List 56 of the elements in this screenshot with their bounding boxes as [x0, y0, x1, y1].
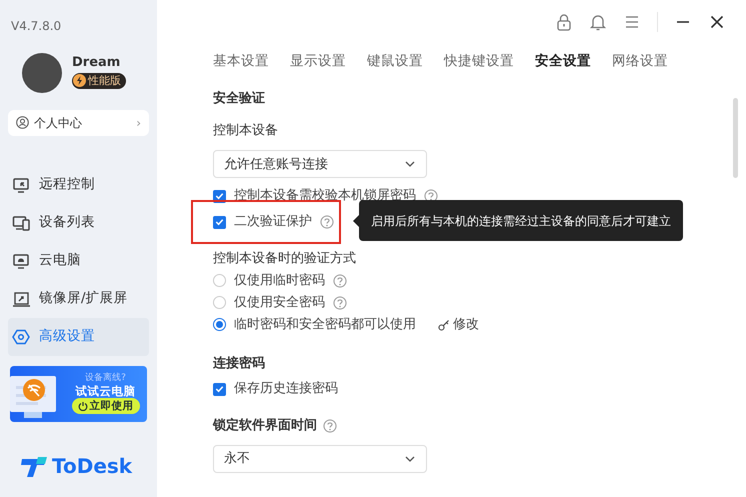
tooltip: 启用后所有与本机的连接需经过主设备的同意后才可建立: [359, 200, 683, 242]
nav-item[interactable]: 远程控制: [8, 166, 149, 204]
tab[interactable]: 基本设置: [213, 51, 269, 72]
section-title: 锁定软件界面时间: [213, 416, 317, 436]
section-title: 连接密码: [213, 354, 265, 373]
version-label: V4.7.8.0: [11, 18, 62, 35]
radio-label[interactable]: 仅使用临时密码: [234, 272, 325, 290]
promo-banner[interactable]: 设备离线? 试试云电脑 立即使用: [10, 366, 147, 422]
radio-button[interactable]: [213, 318, 226, 332]
scrollbar[interactable]: [733, 98, 738, 178]
tab[interactable]: 网络设置: [612, 51, 668, 72]
lock-icon[interactable]: [555, 13, 573, 31]
dropdown[interactable]: 永不: [213, 444, 427, 473]
nav-item[interactable]: 镜像屏/扩展屏: [8, 280, 149, 318]
tooltip-pointer-icon: [353, 214, 359, 227]
checkbox-label[interactable]: 保存历史连接密码: [234, 380, 338, 398]
personal-center-button[interactable]: 个人中心 ›: [8, 110, 149, 136]
promo-tagline: 设备离线?: [85, 373, 126, 384]
screen-share-icon: [12, 290, 30, 308]
tab[interactable]: 快捷键设置: [444, 51, 514, 72]
bell-icon[interactable]: [589, 13, 607, 31]
hexagon-settings-icon: [12, 328, 30, 346]
promo-title: 试试云电脑: [76, 384, 136, 398]
nav-item[interactable]: 高级设置: [8, 318, 149, 356]
checkbox-label[interactable]: 二次验证保护: [234, 213, 312, 232]
power-icon: [78, 401, 88, 411]
tab[interactable]: 键鼠设置: [367, 51, 423, 72]
tab[interactable]: 安全设置: [535, 51, 591, 72]
checkbox[interactable]: [213, 216, 226, 229]
edit-link[interactable]: 修改: [438, 316, 479, 334]
checkbox[interactable]: [213, 382, 226, 396]
lightning-icon: [73, 74, 86, 87]
user-name: Dream: [72, 54, 122, 72]
section-title: 安全验证: [213, 90, 265, 108]
avatar[interactable]: [22, 53, 62, 94]
key-icon: [438, 318, 450, 331]
chevron-icon: ›: [136, 114, 141, 132]
field-label: 控制本设备时的验证方式: [213, 250, 357, 268]
monitor-arrow-icon: [12, 176, 30, 194]
logo-text: ToDesk: [52, 453, 132, 480]
field-label: 控制本设备: [213, 122, 279, 140]
use-now-button[interactable]: 立即使用: [72, 398, 140, 414]
cloud-monitor-icon: [12, 252, 30, 270]
radio-label[interactable]: 仅使用安全密码: [234, 294, 325, 312]
close-icon[interactable]: [708, 13, 726, 31]
radio-label[interactable]: 临时密码和安全密码都可以使用: [234, 316, 416, 334]
tab[interactable]: 显示设置: [290, 51, 346, 72]
todesk-logo-icon: [20, 454, 48, 478]
radio-button[interactable]: [213, 274, 226, 288]
user-icon: [16, 116, 29, 129]
nav-item[interactable]: 云电脑: [8, 242, 149, 280]
radio-button[interactable]: [213, 296, 226, 310]
devices-icon: [12, 214, 30, 232]
dropdown[interactable]: 允许任意账号连接: [213, 150, 427, 178]
tier-badge: 性能版: [72, 72, 126, 88]
nav-item[interactable]: 设备列表: [8, 204, 149, 242]
